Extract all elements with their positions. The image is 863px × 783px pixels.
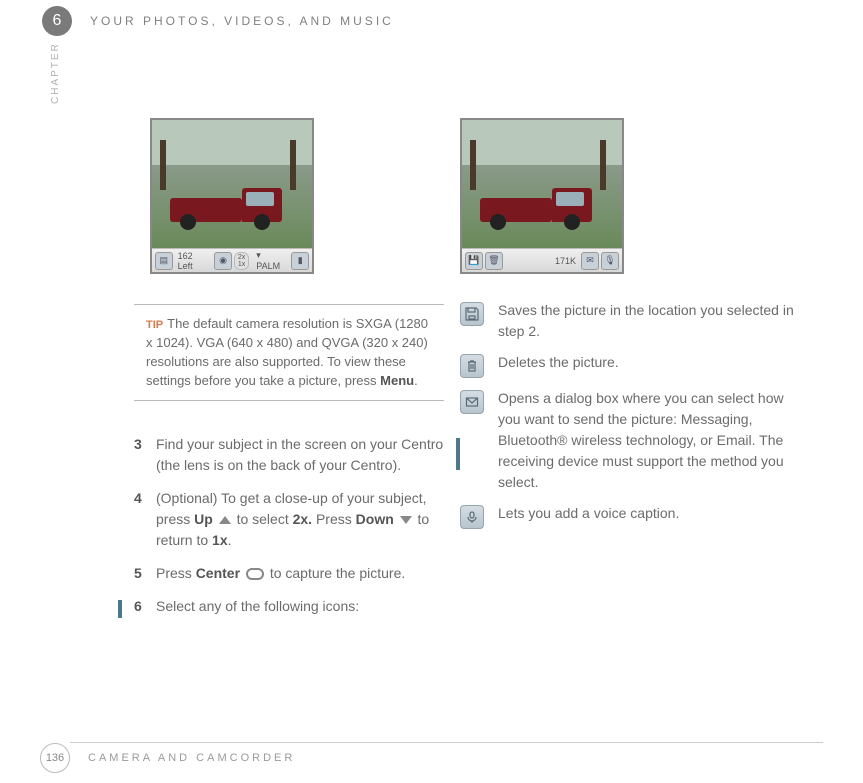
steps-list: 3 Find your subject in the screen on you…	[134, 434, 452, 629]
chapter-label: CHAPTER	[50, 42, 61, 104]
camera-icon: ◉	[214, 252, 232, 270]
file-size: 171K	[552, 256, 579, 266]
footer-section-title: CAMERA AND CAMCORDER	[88, 752, 295, 764]
tip-text-c: .	[414, 373, 418, 388]
page-number: 136	[46, 752, 64, 764]
photo-review	[462, 120, 622, 248]
step-4-text: (Optional) To get a close-up of your sub…	[156, 488, 452, 551]
step-6: 6 Select any of the following icons:	[134, 596, 452, 617]
page-header-title: YOUR PHOTOS, VIDEOS, AND MUSIC	[90, 14, 394, 28]
step-4: 4 (Optional) To get a close-up of your s…	[134, 488, 452, 551]
step-4-num: 4	[134, 488, 156, 551]
step-5: 5 Press Center to capture the picture.	[134, 563, 452, 584]
step-6-num: 6	[134, 596, 156, 617]
chapter-number: 6	[53, 12, 62, 30]
up-arrow-icon	[219, 516, 231, 524]
step-3: 3 Find your subject in the screen on you…	[134, 434, 452, 476]
tip-menu-bold: Menu	[380, 373, 414, 388]
trash-can-icon	[460, 354, 484, 378]
folder-name: ▾ PALM	[253, 250, 289, 271]
trash-icon: 🗑	[485, 252, 503, 270]
voice-description: Lets you add a voice caption.	[498, 503, 800, 529]
floppy-disk-icon	[460, 302, 484, 326]
down-arrow-icon	[400, 516, 412, 524]
envelope-send-icon	[460, 390, 484, 414]
icon-row-delete: Deletes the picture.	[460, 352, 800, 378]
page-footer: 136 CAMERA AND CAMCORDER	[40, 743, 295, 773]
tip-label: TIP	[146, 319, 163, 331]
send-description: Opens a dialog box where you can select …	[498, 388, 800, 493]
review-status-bar: 💾 🗑 171K ✉ 🎙	[462, 248, 622, 272]
camera-review-screenshot: 💾 🗑 171K ✉ 🎙	[460, 118, 624, 274]
microphone-icon	[460, 505, 484, 529]
page-number-badge: 136	[40, 743, 70, 773]
zoom-1x: 1x	[238, 261, 245, 268]
icon-row-send: Opens a dialog box where you can select …	[460, 388, 800, 493]
chapter-number-badge: 6	[42, 6, 72, 36]
icon-row-voice: Lets you add a voice caption.	[460, 503, 800, 529]
shots-left: 162 Left	[175, 251, 213, 271]
camera-preview-screenshot: ▤ 162 Left ◉ 2x 1x ▾ PALM ▮	[150, 118, 314, 274]
save-description: Saves the picture in the location you se…	[498, 300, 800, 342]
icon-description-list: Saves the picture in the location you se…	[460, 300, 800, 539]
card-icon: ▮	[291, 252, 309, 270]
step-6-marker	[118, 600, 122, 618]
gallery-icon: ▤	[155, 252, 173, 270]
icon-row-save: Saves the picture in the location you se…	[460, 300, 800, 342]
step-3-text: Find your subject in the screen on your …	[156, 434, 452, 476]
step-6-text: Select any of the following icons:	[156, 596, 452, 617]
step-5-text: Press Center to capture the picture.	[156, 563, 452, 584]
zoom-indicator: 2x 1x	[234, 252, 249, 270]
envelope-icon: ✉	[581, 252, 599, 270]
zoom-2x: 2x	[238, 254, 245, 261]
center-button-icon	[246, 568, 264, 580]
mic-icon: 🎙	[601, 252, 619, 270]
photo-preview	[152, 120, 312, 248]
tip-box: TIPThe default camera resolution is SXGA…	[134, 304, 444, 401]
step-3-num: 3	[134, 434, 156, 476]
delete-description: Deletes the picture.	[498, 352, 800, 378]
camera-status-bar: ▤ 162 Left ◉ 2x 1x ▾ PALM ▮	[152, 248, 312, 272]
step-5-num: 5	[134, 563, 156, 584]
save-icon: 💾	[465, 252, 483, 270]
